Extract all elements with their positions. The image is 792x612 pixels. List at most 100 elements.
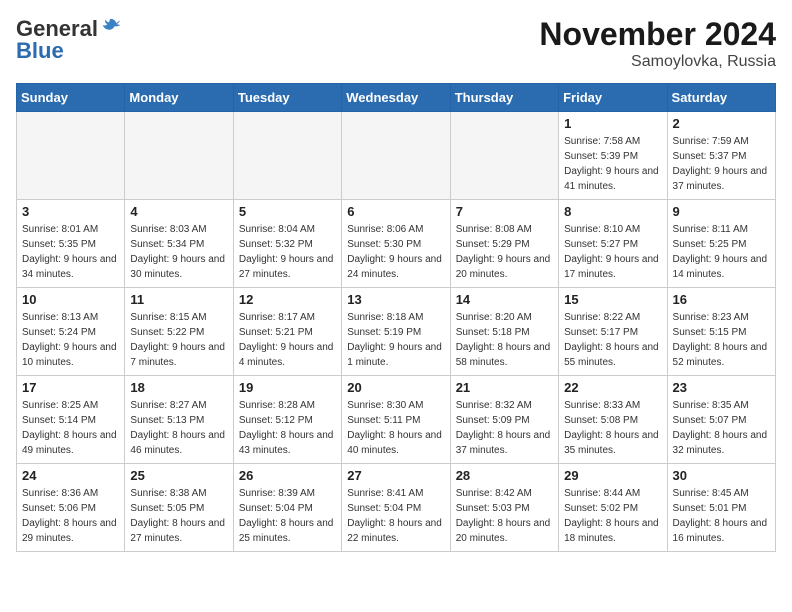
- calendar-cell: [342, 112, 450, 200]
- day-number: 17: [22, 380, 119, 395]
- day-detail: Sunrise: 8:03 AMSunset: 5:34 PMDaylight:…: [130, 222, 227, 282]
- logo: General Blue: [16, 16, 122, 64]
- calendar-cell: 24Sunrise: 8:36 AMSunset: 5:06 PMDayligh…: [17, 464, 125, 552]
- calendar-cell: 20 Sunrise: 8:30 AMSunset: 5:11 PMDayligh…: [342, 376, 450, 464]
- day-detail: Sunrise: 8:39 AMSunset: 5:04 PMDaylight:…: [239, 486, 336, 546]
- calendar-cell: 7 Sunrise: 8:08 AMSunset: 5:29 PMDaylight…: [450, 200, 558, 288]
- day-detail: Sunrise: 8:30 AMSunset: 5:11 PMDaylight:…: [347, 398, 444, 458]
- calendar-cell: 21 Sunrise: 8:32 AMSunset: 5:09 PMDayligh…: [450, 376, 558, 464]
- day-detail: Sunrise: 8:08 AMSunset: 5:29 PMDaylight:…: [456, 222, 553, 282]
- day-number: 13: [347, 292, 444, 307]
- day-number: 25: [130, 468, 227, 483]
- calendar-cell: 26Sunrise: 8:39 AMSunset: 5:04 PMDayligh…: [233, 464, 341, 552]
- day-number: 28: [456, 468, 553, 483]
- calendar-cell: [17, 112, 125, 200]
- calendar-cell: 12 Sunrise: 8:17 AMSunset: 5:21 PMDayligh…: [233, 288, 341, 376]
- calendar-cell: 5Sunrise: 8:04 AMSunset: 5:32 PMDaylight…: [233, 200, 341, 288]
- calendar-cell: 15 Sunrise: 8:22 AMSunset: 5:17 PMDayligh…: [559, 288, 667, 376]
- day-number: 27: [347, 468, 444, 483]
- day-number: 11: [130, 292, 227, 307]
- day-number: 22: [564, 380, 661, 395]
- calendar-cell: 16 Sunrise: 8:23 AMSunset: 5:15 PMDayligh…: [667, 288, 775, 376]
- weekday-header: Sunday: [17, 84, 125, 112]
- calendar-cell: 10 Sunrise: 8:13 AMSunset: 5:24 PMDayligh…: [17, 288, 125, 376]
- month-title: November 2024: [539, 16, 776, 53]
- calendar-cell: 11 Sunrise: 8:15 AMSunset: 5:22 PMDayligh…: [125, 288, 233, 376]
- calendar-week-row: 3Sunrise: 8:01 AMSunset: 5:35 PMDaylight…: [17, 200, 776, 288]
- calendar-cell: 22 Sunrise: 8:33 AMSunset: 5:08 PMDayligh…: [559, 376, 667, 464]
- calendar-cell: 18Sunrise: 8:27 AMSunset: 5:13 PMDayligh…: [125, 376, 233, 464]
- calendar-cell: 25 Sunrise: 8:38 AMSunset: 5:05 PMDayligh…: [125, 464, 233, 552]
- calendar-cell: 4 Sunrise: 8:03 AMSunset: 5:34 PMDaylight…: [125, 200, 233, 288]
- day-number: 19: [239, 380, 336, 395]
- day-detail: Sunrise: 8:41 AMSunset: 5:04 PMDaylight:…: [347, 486, 444, 546]
- calendar-cell: 8 Sunrise: 8:10 AMSunset: 5:27 PMDaylight…: [559, 200, 667, 288]
- day-detail: Sunrise: 8:33 AMSunset: 5:08 PMDaylight:…: [564, 398, 661, 458]
- calendar-table: SundayMondayTuesdayWednesdayThursdayFrid…: [16, 83, 776, 552]
- day-number: 4: [130, 204, 227, 219]
- day-detail: Sunrise: 8:22 AMSunset: 5:17 PMDaylight:…: [564, 310, 661, 370]
- day-number: 16: [673, 292, 770, 307]
- day-number: 29: [564, 468, 661, 483]
- weekday-header: Thursday: [450, 84, 558, 112]
- calendar-cell: 1 Sunrise: 7:58 AMSunset: 5:39 PMDaylight…: [559, 112, 667, 200]
- day-detail: Sunrise: 8:18 AMSunset: 5:19 PMDaylight:…: [347, 310, 444, 370]
- calendar-cell: 14Sunrise: 8:20 AMSunset: 5:18 PMDayligh…: [450, 288, 558, 376]
- calendar-week-row: 17 Sunrise: 8:25 AMSunset: 5:14 PMDayligh…: [17, 376, 776, 464]
- day-detail: Sunrise: 7:58 AMSunset: 5:39 PMDaylight:…: [564, 134, 661, 194]
- location-title: Samoylovka, Russia: [539, 53, 776, 71]
- calendar-cell: 6 Sunrise: 8:06 AMSunset: 5:30 PMDaylight…: [342, 200, 450, 288]
- day-detail: Sunrise: 8:15 AMSunset: 5:22 PMDaylight:…: [130, 310, 227, 370]
- calendar-week-row: 10 Sunrise: 8:13 AMSunset: 5:24 PMDayligh…: [17, 288, 776, 376]
- calendar-cell: 9Sunrise: 8:11 AMSunset: 5:25 PMDaylight…: [667, 200, 775, 288]
- day-detail: Sunrise: 8:28 AMSunset: 5:12 PMDaylight:…: [239, 398, 336, 458]
- calendar-week-row: 24Sunrise: 8:36 AMSunset: 5:06 PMDayligh…: [17, 464, 776, 552]
- day-number: 23: [673, 380, 770, 395]
- day-detail: Sunrise: 7:59 AMSunset: 5:37 PMDaylight:…: [673, 134, 770, 194]
- calendar-cell: [450, 112, 558, 200]
- weekday-header: Monday: [125, 84, 233, 112]
- day-number: 8: [564, 204, 661, 219]
- day-detail: Sunrise: 8:23 AMSunset: 5:15 PMDaylight:…: [673, 310, 770, 370]
- weekday-header: Friday: [559, 84, 667, 112]
- day-number: 21: [456, 380, 553, 395]
- day-number: 12: [239, 292, 336, 307]
- day-detail: Sunrise: 8:45 AMSunset: 5:01 PMDaylight:…: [673, 486, 770, 546]
- calendar-cell: 17 Sunrise: 8:25 AMSunset: 5:14 PMDayligh…: [17, 376, 125, 464]
- day-number: 10: [22, 292, 119, 307]
- day-detail: Sunrise: 8:42 AMSunset: 5:03 PMDaylight:…: [456, 486, 553, 546]
- calendar-cell: [233, 112, 341, 200]
- day-detail: Sunrise: 8:44 AMSunset: 5:02 PMDaylight:…: [564, 486, 661, 546]
- calendar-cell: 2Sunrise: 7:59 AMSunset: 5:37 PMDaylight…: [667, 112, 775, 200]
- calendar-cell: 28 Sunrise: 8:42 AMSunset: 5:03 PMDayligh…: [450, 464, 558, 552]
- day-detail: Sunrise: 8:32 AMSunset: 5:09 PMDaylight:…: [456, 398, 553, 458]
- day-detail: Sunrise: 8:25 AMSunset: 5:14 PMDaylight:…: [22, 398, 119, 458]
- day-detail: Sunrise: 8:06 AMSunset: 5:30 PMDaylight:…: [347, 222, 444, 282]
- day-number: 30: [673, 468, 770, 483]
- day-detail: Sunrise: 8:35 AMSunset: 5:07 PMDaylight:…: [673, 398, 770, 458]
- calendar-cell: 29 Sunrise: 8:44 AMSunset: 5:02 PMDayligh…: [559, 464, 667, 552]
- day-number: 6: [347, 204, 444, 219]
- day-number: 15: [564, 292, 661, 307]
- calendar-week-row: 1 Sunrise: 7:58 AMSunset: 5:39 PMDaylight…: [17, 112, 776, 200]
- day-number: 5: [239, 204, 336, 219]
- day-detail: Sunrise: 8:38 AMSunset: 5:05 PMDaylight:…: [130, 486, 227, 546]
- day-detail: Sunrise: 8:17 AMSunset: 5:21 PMDaylight:…: [239, 310, 336, 370]
- day-number: 3: [22, 204, 119, 219]
- day-number: 9: [673, 204, 770, 219]
- day-number: 7: [456, 204, 553, 219]
- day-detail: Sunrise: 8:13 AMSunset: 5:24 PMDaylight:…: [22, 310, 119, 370]
- logo-blue-text: Blue: [16, 38, 64, 64]
- day-number: 20: [347, 380, 444, 395]
- day-number: 1: [564, 116, 661, 131]
- calendar-cell: 3Sunrise: 8:01 AMSunset: 5:35 PMDaylight…: [17, 200, 125, 288]
- bird-icon: [100, 16, 122, 38]
- day-detail: Sunrise: 8:10 AMSunset: 5:27 PMDaylight:…: [564, 222, 661, 282]
- calendar-cell: 30 Sunrise: 8:45 AMSunset: 5:01 PMDayligh…: [667, 464, 775, 552]
- calendar-cell: 19 Sunrise: 8:28 AMSunset: 5:12 PMDayligh…: [233, 376, 341, 464]
- weekday-header: Tuesday: [233, 84, 341, 112]
- calendar-cell: [125, 112, 233, 200]
- day-detail: Sunrise: 8:20 AMSunset: 5:18 PMDaylight:…: [456, 310, 553, 370]
- calendar-cell: 23 Sunrise: 8:35 AMSunset: 5:07 PMDayligh…: [667, 376, 775, 464]
- calendar-cell: 27 Sunrise: 8:41 AMSunset: 5:04 PMDayligh…: [342, 464, 450, 552]
